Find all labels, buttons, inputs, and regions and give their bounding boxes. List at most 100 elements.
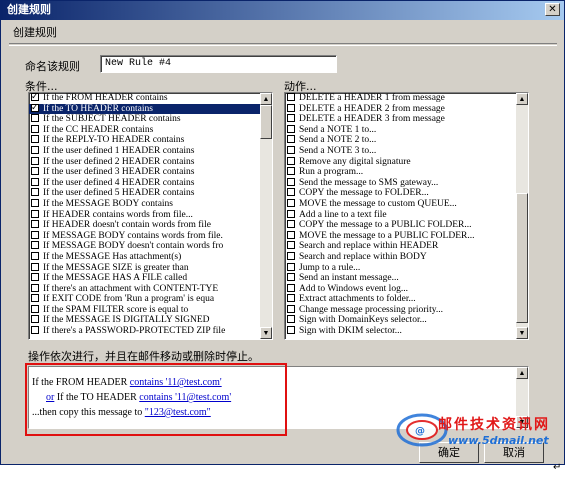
checkbox[interactable] [287, 177, 295, 186]
list-item[interactable]: If there's a PASSWORD-PROTECTED ZIP file [29, 326, 272, 337]
checkbox[interactable] [31, 294, 39, 303]
scroll-down-icon[interactable]: ▼ [516, 327, 528, 339]
scroll-thumb[interactable] [260, 105, 272, 139]
list-item[interactable]: If MESSAGE BODY contains words from file… [29, 230, 272, 242]
checkbox[interactable] [287, 294, 295, 303]
checkbox[interactable] [31, 145, 39, 154]
list-item[interactable]: Send a NOTE 1 to... [285, 124, 528, 136]
scroll-up-icon[interactable]: ▲ [260, 93, 272, 105]
checkbox[interactable] [287, 251, 295, 260]
list-item[interactable]: Change message processing priority... [285, 304, 528, 316]
list-item[interactable]: If the SPAM FILTER score is equal to [29, 304, 272, 316]
list-item[interactable]: If HEADER contains words from file... [29, 209, 272, 221]
scroll-thumb[interactable] [516, 193, 528, 323]
checkbox[interactable] [31, 124, 39, 133]
list-item[interactable]: Extract attachments to folder... [285, 294, 528, 305]
conditions-scrollbar[interactable]: ▲ ▼ [260, 93, 272, 339]
list-item[interactable]: ✓ If the TO HEADER contains [29, 102, 272, 115]
list-item[interactable]: Add a line to a text file [285, 209, 528, 221]
checkbox[interactable] [31, 177, 39, 186]
checkbox[interactable] [287, 209, 295, 218]
checkbox[interactable] [287, 167, 295, 176]
checkbox[interactable] [287, 188, 295, 197]
checkbox[interactable] [31, 188, 39, 197]
list-item[interactable]: If the user defined 4 HEADER contains [29, 177, 272, 189]
list-item[interactable]: Search and replace within BODY [285, 251, 528, 263]
list-item[interactable]: Jump to a rule... [285, 262, 528, 274]
checkbox[interactable] [287, 241, 295, 250]
checkbox[interactable] [287, 156, 295, 165]
scroll-up-icon[interactable]: ▲ [516, 367, 528, 379]
list-item[interactable]: If the user defined 1 HEADER contains [29, 145, 272, 157]
list-item[interactable]: If the MESSAGE HAS A FILE called [29, 273, 272, 284]
checkbox[interactable] [31, 304, 39, 313]
checkbox[interactable] [287, 114, 295, 123]
checkbox[interactable] [31, 315, 39, 324]
list-item[interactable]: ✓ If the FROM HEADER contains [29, 93, 272, 104]
list-item[interactable]: If the MESSAGE IS DIGITALLY SIGNED [29, 315, 272, 326]
list-item[interactable]: If the user defined 2 HEADER contains [29, 156, 272, 168]
resize-grip-icon[interactable]: ↵ [553, 462, 561, 473]
checkbox[interactable] [31, 114, 39, 123]
list-item[interactable]: DELETE a HEADER 3 from message [285, 114, 528, 125]
list-item[interactable]: DELETE a HEADER 2 from message [285, 103, 528, 115]
list-item[interactable]: If the CC HEADER contains [29, 124, 272, 136]
list-item[interactable]: Add to Windows event log... [285, 283, 528, 295]
scroll-down-icon[interactable]: ▼ [260, 327, 272, 339]
checkbox[interactable] [31, 220, 39, 229]
checkbox[interactable] [287, 315, 295, 324]
checkbox[interactable] [287, 135, 295, 144]
checkbox[interactable] [31, 135, 39, 144]
checkbox[interactable] [31, 326, 39, 335]
checkbox[interactable] [31, 283, 39, 292]
checkbox[interactable] [287, 262, 295, 271]
list-item[interactable]: Send the message to SMS gateway... [285, 177, 528, 189]
checkbox[interactable] [287, 198, 295, 207]
checkbox[interactable] [287, 103, 295, 112]
list-item[interactable]: If the user defined 3 HEADER contains [29, 167, 272, 178]
list-item[interactable]: Send an instant message... [285, 273, 528, 284]
checkbox[interactable] [287, 230, 295, 239]
list-item[interactable]: Send a NOTE 2 to... [285, 135, 528, 146]
checkbox[interactable] [31, 198, 39, 207]
list-item[interactable]: If the user defined 5 HEADER contains [29, 188, 272, 199]
checkbox[interactable] [31, 262, 39, 271]
list-item[interactable]: If there's an attachment with CONTENT-TY… [29, 283, 272, 295]
scroll-up-icon[interactable]: ▲ [516, 93, 528, 105]
actions-scrollbar[interactable]: ▲ ▼ [516, 93, 528, 339]
checkbox[interactable] [287, 304, 295, 313]
checkbox[interactable] [287, 220, 295, 229]
checkbox[interactable] [287, 93, 295, 101]
list-item[interactable]: Search and replace within HEADER [285, 241, 528, 252]
list-item[interactable]: Remove any digital signature [285, 156, 528, 168]
list-item[interactable]: Run a program... [285, 167, 528, 178]
list-item[interactable]: Sign with DKIM selector... [285, 326, 528, 337]
list-item[interactable]: If the MESSAGE BODY contains [29, 198, 272, 210]
list-item[interactable]: MOVE the message to custom QUEUE... [285, 198, 528, 210]
list-item[interactable]: If the MESSAGE SIZE is greater than [29, 262, 272, 274]
list-item[interactable]: MOVE the message to a PUBLIC FOLDER... [285, 230, 528, 242]
checkbox[interactable] [287, 145, 295, 154]
list-item[interactable]: If HEADER doesn't contain words from fil… [29, 220, 272, 231]
list-item[interactable]: If the MESSAGE Has attachment(s) [29, 251, 272, 263]
list-item[interactable]: Send a NOTE 3 to... [285, 145, 528, 157]
conditions-list[interactable]: ✓ If the FROM HEADER contains ✓ If the TO H… [28, 92, 273, 340]
list-item[interactable]: COPY the message to FOLDER... [285, 188, 528, 199]
checkbox[interactable] [287, 124, 295, 133]
close-button[interactable]: ✕ [545, 3, 560, 16]
list-item[interactable]: DELETE a HEADER 1 from message [285, 93, 528, 104]
checkbox[interactable] [31, 241, 39, 250]
checkbox[interactable]: ✓ [31, 102, 39, 112]
checkbox[interactable] [31, 251, 39, 260]
list-item[interactable]: COPY the message to a PUBLIC FOLDER... [285, 220, 528, 231]
checkbox[interactable] [31, 167, 39, 176]
checkbox[interactable] [31, 209, 39, 218]
list-item[interactable]: If EXIT CODE from 'Run a program' is equ… [29, 294, 272, 305]
list-item[interactable]: If the REPLY-TO HEADER contains [29, 135, 272, 146]
checkbox[interactable] [287, 283, 295, 292]
list-item[interactable]: Sign with DomainKeys selector... [285, 315, 528, 326]
list-item[interactable]: If the SUBJECT HEADER contains [29, 114, 272, 125]
checkbox[interactable] [31, 230, 39, 239]
actions-list[interactable]: DELETE a HEADER 1 from message DELETE a H… [284, 92, 529, 340]
list-item[interactable]: If MESSAGE BODY doesn't contain words fr… [29, 241, 272, 252]
